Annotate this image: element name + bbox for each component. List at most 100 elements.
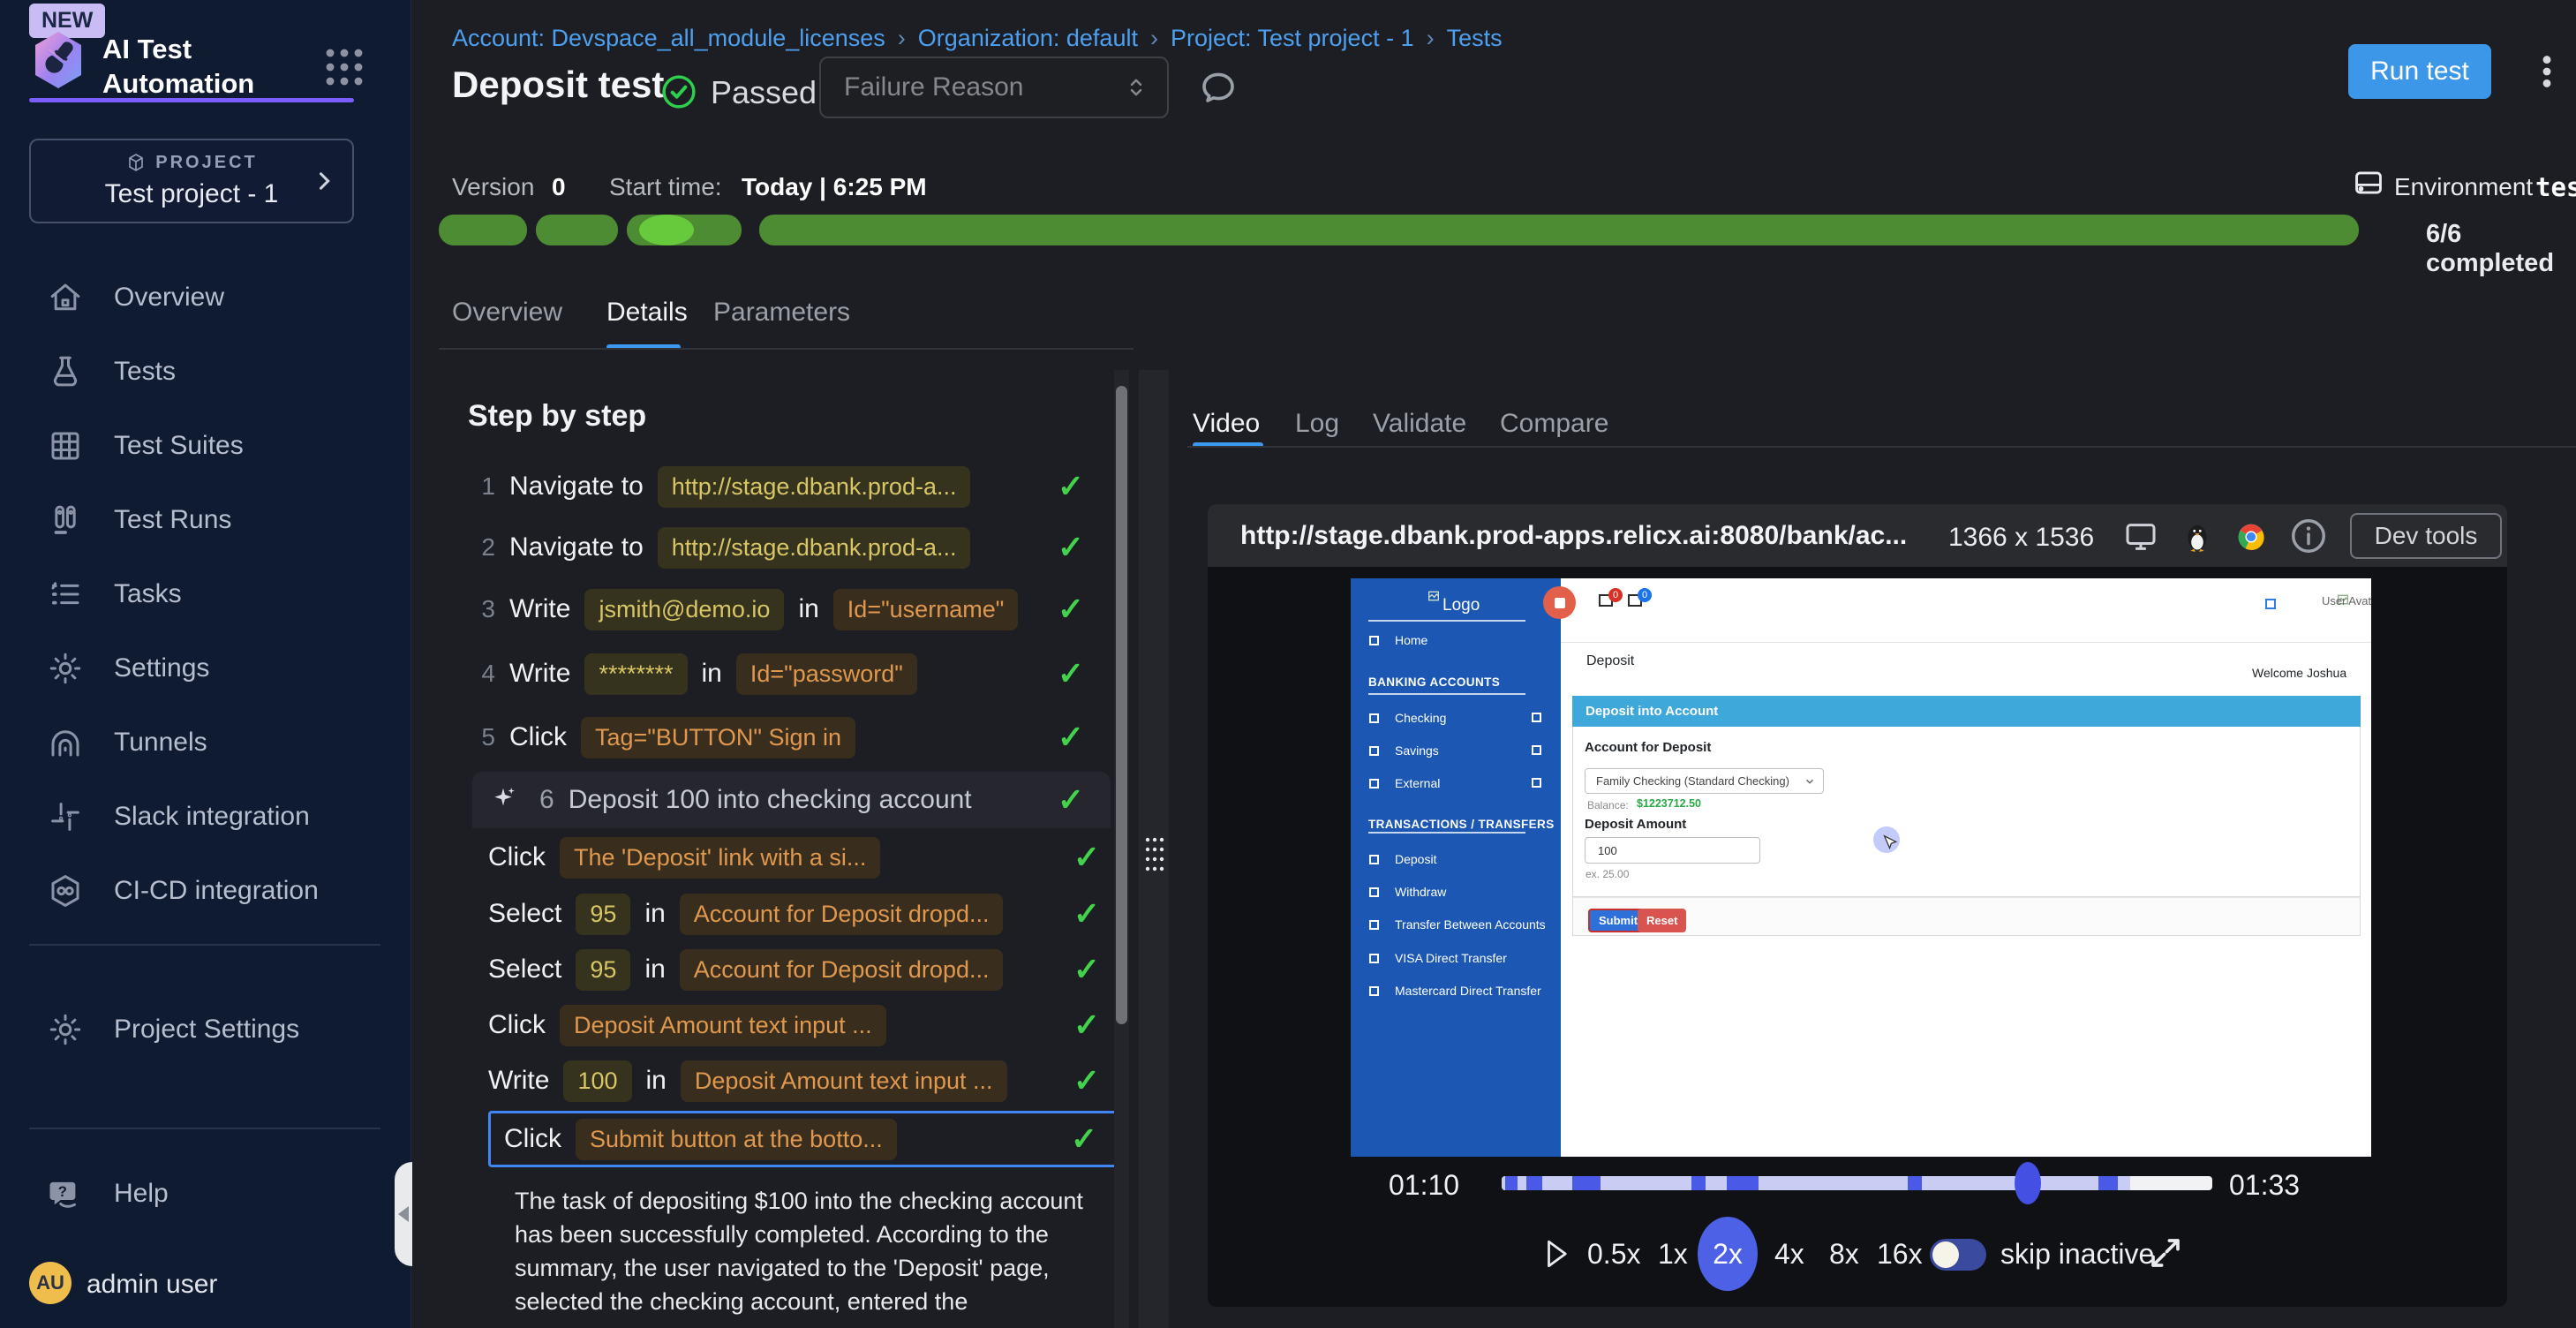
play-icon[interactable] <box>1542 1236 1569 1271</box>
sidebar-item-tests[interactable]: Tests <box>29 335 354 409</box>
apps-grid-icon[interactable] <box>323 46 365 88</box>
sidebar-item-overview[interactable]: Overview <box>29 260 354 335</box>
step-row[interactable]: ClickThe 'Deposit' link with a si...✓ <box>488 829 1126 886</box>
speed-16x[interactable]: 16x <box>1877 1238 1923 1271</box>
avatar[interactable]: AU <box>29 1262 72 1304</box>
sidebar-item-label: Overview <box>114 283 224 313</box>
step-row-selected[interactable]: ClickSubmit button at the botto...✓ <box>488 1111 1126 1167</box>
tab-parameters[interactable]: Parameters <box>713 298 850 328</box>
kebab-menu-icon[interactable] <box>2527 51 2567 92</box>
step-action-label: in <box>798 594 818 624</box>
sidebar-item-test-suites[interactable]: Test Suites <box>29 409 354 483</box>
breadcrumb-organization[interactable]: Organization: default <box>918 25 1138 51</box>
timeline-thumb[interactable] <box>2015 1162 2041 1204</box>
progress-segment <box>627 215 742 245</box>
tab-compare[interactable]: Compare <box>1500 409 1608 439</box>
breadcrumb-tests[interactable]: Tests <box>1447 25 1503 51</box>
bank-nav-external: External <box>1351 770 1561 796</box>
page-title: Deposit test <box>452 64 664 106</box>
breadcrumb-project[interactable]: Project: Test project - 1 <box>1171 25 1414 51</box>
timeline-event-marker[interactable] <box>1526 1176 1542 1190</box>
step-target-chip: 100 <box>563 1060 631 1102</box>
speed-1x[interactable]: 1x <box>1658 1238 1688 1271</box>
failure-reason-select[interactable]: Failure Reason <box>819 57 1169 118</box>
bank-checkbox-icon <box>1369 954 1379 963</box>
bank-nav-label: Transfer Between Accounts <box>1395 917 1546 932</box>
sidebar-item-test-runs[interactable]: Test Runs <box>29 483 354 557</box>
step-row[interactable]: Select95inAccount for Deposit dropd...✓ <box>488 941 1126 998</box>
step-action-label: Click <box>509 722 567 752</box>
step-number: 3 <box>472 595 495 623</box>
timeline-track[interactable] <box>1502 1176 2212 1190</box>
tab-overview[interactable]: Overview <box>452 298 562 328</box>
step-row[interactable]: 3Writejsmith@demo.ioinId="username"✓ <box>472 581 1111 638</box>
step-target-chip: Id="username" <box>833 589 1019 630</box>
video-url: http://stage.dbank.prod-apps.relicx.ai:8… <box>1240 521 1907 551</box>
project-selector[interactable]: PROJECT Test project - 1 <box>29 139 354 223</box>
step-action-label: Select <box>488 954 561 985</box>
environment-label: Environment <box>2394 173 2533 201</box>
step-row[interactable]: 2Navigate tohttp://stage.dbank.prod-a...… <box>472 519 1111 576</box>
start-time-value: Today | 6:25 PM <box>742 173 927 201</box>
step-group-header[interactable]: 6Deposit 100 into checking account✓ <box>472 772 1111 828</box>
run-test-button[interactable]: Run test <box>2348 44 2491 99</box>
sidebar-item-tunnels[interactable]: Tunnels <box>29 706 354 780</box>
bank-checkbox-icon <box>1369 986 1379 996</box>
sidebar-item-settings[interactable]: Settings <box>29 631 354 706</box>
step-row[interactable]: Write100inDeposit Amount text input ...✓ <box>488 1053 1126 1109</box>
user-name[interactable]: admin user <box>87 1270 217 1300</box>
step-row[interactable]: Select95inAccount for Deposit dropd...✓ <box>488 886 1126 942</box>
tab-validate[interactable]: Validate <box>1373 409 1466 439</box>
sidebar-item-label: Tests <box>114 357 176 387</box>
collapse-arrow-icon <box>398 1206 409 1222</box>
timeline-event-marker[interactable] <box>2098 1176 2118 1190</box>
step-target-chip: jsmith@demo.io <box>584 589 784 630</box>
sidebar-item-label: CI-CD integration <box>114 876 319 906</box>
tasks-icon <box>47 576 84 613</box>
step-row[interactable]: 4Write********inId="password"✓ <box>472 645 1111 702</box>
breadcrumb-account[interactable]: Account: Devspace_all_module_licenses <box>452 25 885 51</box>
step-row[interactable]: 5ClickTag="BUTTON" Sign in✓ <box>472 709 1111 766</box>
failure-reason-placeholder: Failure Reason <box>844 72 1123 102</box>
bank-nav-visa-direct-transfer: VISA Direct Transfer <box>1351 945 1561 971</box>
step-action-label: in <box>702 659 722 689</box>
select-updown-icon <box>1123 72 1149 102</box>
sidebar-item-tasks[interactable]: Tasks <box>29 557 354 631</box>
sidebar-item-help[interactable]: ?Help <box>29 1157 354 1231</box>
sidebar-collapse-button[interactable] <box>395 1162 412 1266</box>
steps-scrollbar-thumb[interactable] <box>1116 386 1127 1024</box>
tab-video[interactable]: Video <box>1193 409 1260 439</box>
time-total: 01:33 <box>2229 1169 2300 1202</box>
tab-log[interactable]: Log <box>1295 409 1339 439</box>
bank-checkbox-icon <box>2265 599 2276 609</box>
timeline-event-marker[interactable] <box>1572 1176 1601 1190</box>
bank-card-title: Deposit into Account <box>1586 704 1718 719</box>
cicd-icon <box>47 872 84 909</box>
comment-icon[interactable] <box>1197 67 1239 109</box>
speed-2x[interactable]: 2x <box>1698 1217 1758 1291</box>
step-target-chip: http://stage.dbank.prod-a... <box>658 466 971 508</box>
timeline-event-marker[interactable] <box>1908 1176 1922 1190</box>
step-row[interactable]: 1Navigate tohttp://stage.dbank.prod-a...… <box>472 458 1111 515</box>
sidebar-item-ci-cd-integration[interactable]: CI-CD integration <box>29 854 354 928</box>
info-icon[interactable] <box>2288 516 2329 556</box>
bank-window-icon: 0 <box>1599 594 1613 607</box>
tab-details[interactable]: Details <box>606 298 688 328</box>
timeline-event-marker[interactable] <box>1505 1176 1518 1190</box>
sidebar-item-project-settings[interactable]: Project Settings <box>29 992 354 1067</box>
timeline-event-marker[interactable] <box>1727 1176 1759 1190</box>
timeline-event-marker[interactable] <box>1691 1176 1706 1190</box>
dev-tools-button[interactable]: Dev tools <box>2350 513 2502 559</box>
bank-nav-label: Mastercard Direct Transfer <box>1395 984 1541 998</box>
step-row[interactable]: ClickDeposit Amount text input ...✓ <box>488 997 1126 1053</box>
skip-inactive-toggle[interactable] <box>1930 1239 1986 1271</box>
step-target-chip: Submit button at the botto... <box>576 1119 897 1160</box>
panel-splitter[interactable] <box>1139 370 1169 1328</box>
fullscreen-icon[interactable] <box>2147 1234 2184 1271</box>
sidebar-item-slack-integration[interactable]: Slack integration <box>29 780 354 854</box>
broken-image-icon <box>1427 589 1441 603</box>
speed-8x[interactable]: 8x <box>1829 1238 1859 1271</box>
speed-0.5x[interactable]: 0.5x <box>1587 1238 1640 1271</box>
step-action-label: Select <box>488 899 561 929</box>
speed-4x[interactable]: 4x <box>1774 1238 1804 1271</box>
